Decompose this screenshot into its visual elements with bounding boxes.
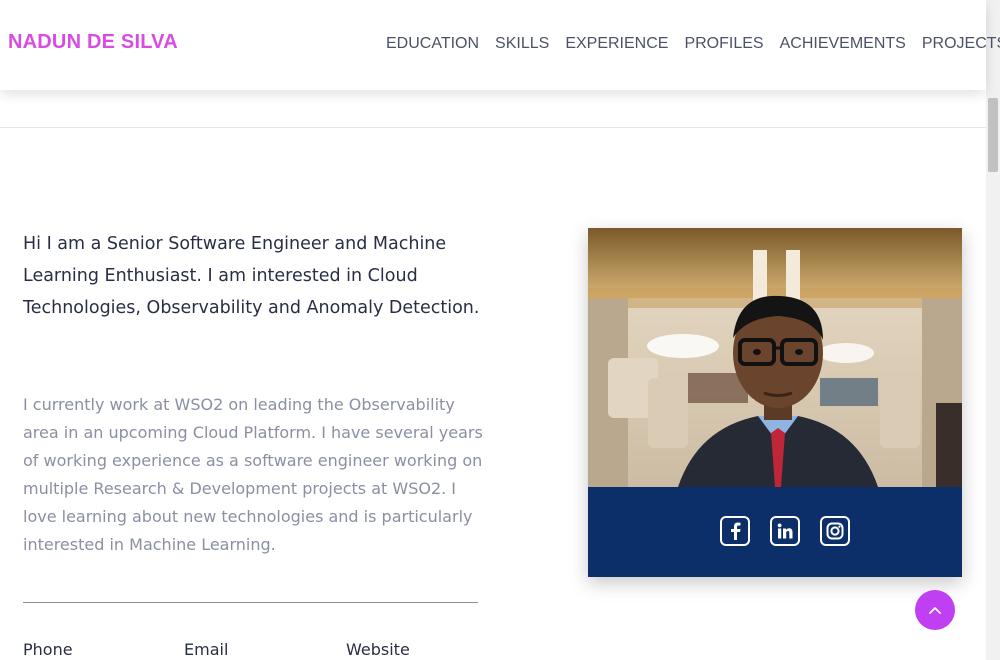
nav-education[interactable]: EDUCATION bbox=[386, 35, 479, 53]
nav-skills[interactable]: SKILLS bbox=[495, 35, 549, 53]
profile-photo bbox=[588, 228, 962, 487]
nav-profiles[interactable]: PROFILES bbox=[684, 35, 763, 53]
linkedin-icon bbox=[777, 523, 793, 539]
contact-labels: Phone Email Website bbox=[23, 640, 483, 660]
linkedin-button[interactable] bbox=[770, 516, 800, 546]
section-separator bbox=[0, 127, 986, 128]
main-nav: EDUCATION SKILLS EXPERIENCE PROFILES ACH… bbox=[386, 35, 1000, 53]
top-navbar: NADUN DE SILVA EDUCATION SKILLS EXPERIEN… bbox=[0, 0, 1000, 90]
nav-achievements[interactable]: ACHIEVEMENTS bbox=[780, 35, 906, 53]
facebook-icon bbox=[731, 522, 741, 540]
phone-label: Phone bbox=[23, 640, 73, 659]
intro-description: I currently work at WSO2 on leading the … bbox=[23, 395, 483, 554]
facebook-button[interactable] bbox=[720, 516, 750, 546]
chevron-up-icon bbox=[929, 607, 941, 614]
nav-projects[interactable]: PROJECTS bbox=[922, 35, 1000, 53]
social-links bbox=[588, 487, 962, 577]
site-brand[interactable]: NADUN DE SILVA bbox=[8, 31, 178, 54]
scrollbar-thumb[interactable] bbox=[988, 98, 998, 172]
content-divider bbox=[23, 602, 478, 603]
back-to-top-button[interactable] bbox=[915, 590, 955, 630]
profile-card bbox=[588, 228, 962, 577]
page-scrollbar[interactable] bbox=[986, 0, 1000, 660]
nav-experience[interactable]: EXPERIENCE bbox=[565, 35, 668, 53]
instagram-icon bbox=[826, 522, 844, 540]
website-label: Website bbox=[346, 640, 410, 659]
instagram-button[interactable] bbox=[820, 516, 850, 546]
intro-heading: Hi I am a Senior Software Engineer and M… bbox=[23, 234, 480, 318]
email-label: Email bbox=[184, 640, 229, 659]
